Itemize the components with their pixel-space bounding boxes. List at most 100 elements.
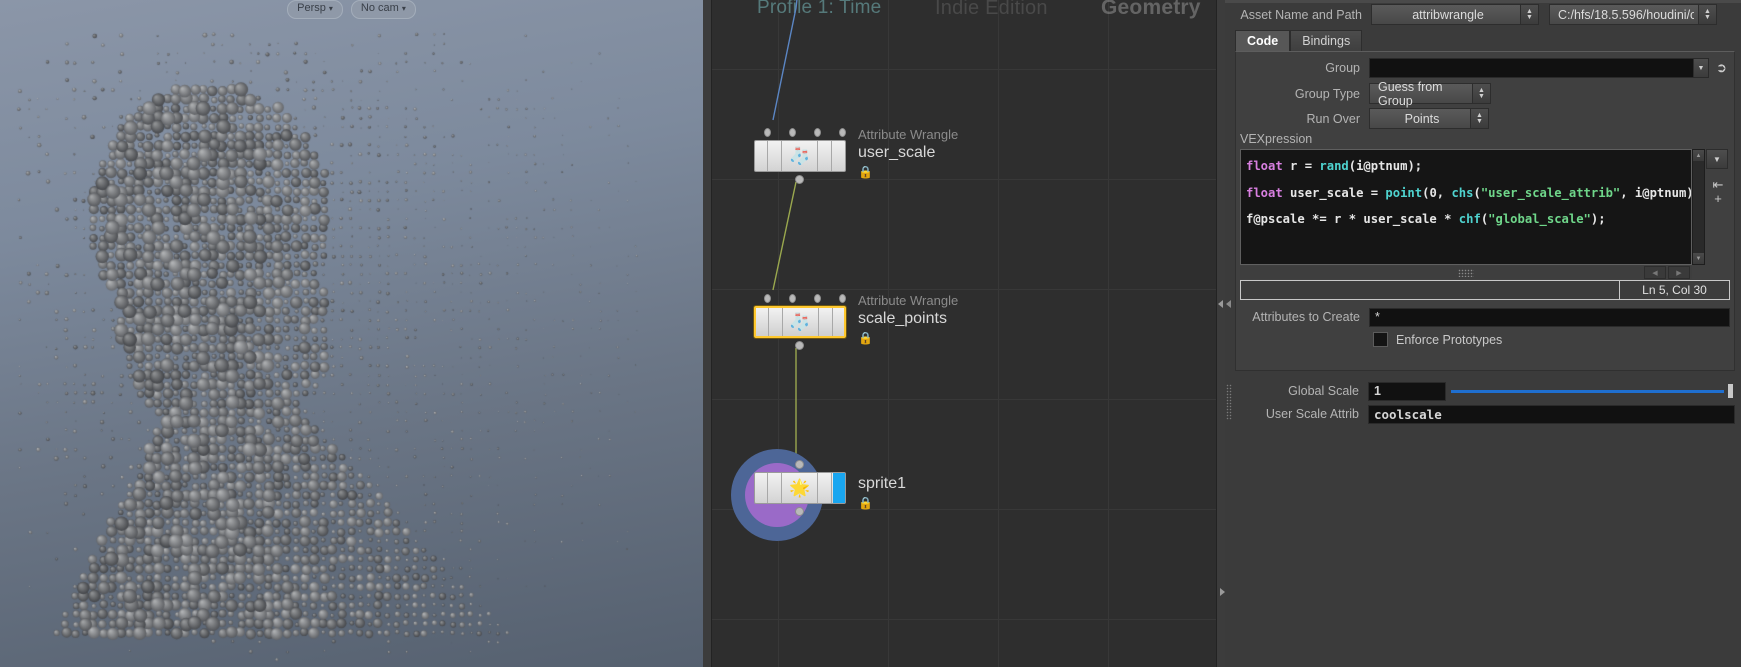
group-row: Group ▼ ➲ [1236,58,1730,78]
parameter-tabs: Code Bindings [1235,30,1363,51]
input-connector[interactable] [814,294,821,303]
group-picker-icon[interactable]: ➲ [1713,58,1730,78]
network-left-rail[interactable] [703,0,712,667]
attribwrangle-icon: 🧦 [789,146,811,166]
camera-mode-label: Persp [297,2,326,14]
spinner-icon[interactable]: ▲ ▼ [1472,84,1490,103]
input-connector[interactable] [764,294,771,303]
viewport-3d[interactable]: Persp ▾ No cam ▾ [0,0,703,667]
node-body[interactable]: 🧦 [754,306,846,338]
nav-prev-icon[interactable]: ◀ [1644,266,1666,279]
slider-track [1451,390,1724,393]
point-cloud-render [0,0,703,667]
node-body[interactable]: 🧦 [754,140,846,172]
display-flag[interactable] [833,473,845,503]
code-line: f@pscale *= r * user_scale * chf("global… [1246,212,1606,226]
camera-selector-label: No cam [360,2,399,14]
asset-name-and-path-row: Asset Name and Path attribwrangle ▲ ▼ C:/… [1231,4,1735,25]
run-over-label: Run Over [1306,111,1361,126]
input-connector[interactable] [764,128,771,137]
cursor-position: Ln 5, Col 30 [1619,281,1729,299]
output-connector[interactable] [795,341,804,350]
parameter-pane: Asset Name and Path attribwrangle ▲ ▼ C:/… [1225,0,1741,667]
spinner-icon[interactable]: ▲ ▼ [1520,5,1538,24]
global-scale-input[interactable]: 1 [1368,381,1446,401]
network-right-rail[interactable] [1216,0,1225,667]
asset-name-dropdown[interactable]: attribwrangle ▲ ▼ [1371,4,1539,25]
group-type-row: Group Type Guess from Group ▲ ▼ [1236,80,1491,108]
input-connector[interactable] [789,294,796,303]
camera-selector-dropdown[interactable]: No cam ▾ [350,0,416,19]
chevron-down-icon: ▾ [401,4,406,13]
group-type-dropdown[interactable]: Guess from Group ▲ ▼ [1369,80,1491,108]
code-vertical-scrollbar[interactable]: ▲ ▼ [1692,149,1705,265]
node-sprite1[interactable]: 🌟 sprite1 🔒 [731,449,906,541]
node-body[interactable]: 🌟 [754,472,846,504]
pane-resize-grip[interactable] [1226,384,1232,420]
input-connector[interactable] [814,128,821,137]
code-menu-button[interactable]: ▼ [1706,149,1728,169]
run-over-row: Run Over Points ▲ ▼ [1236,108,1489,129]
asset-name-label: Asset Name and Path [1240,7,1362,22]
vexpression-editor[interactable]: float r = rand(i@ptnum); float user_scale… [1240,149,1692,265]
node-inputs[interactable] [754,128,846,137]
code-tab-panel: Group ▼ ➲ Group Type Guess from Group ▲ ▼… [1235,51,1735,371]
attributes-to-create-label: Attributes to Create [1252,310,1360,324]
rail-collapse-icon[interactable] [1218,300,1223,308]
node-label-group: Attribute Wrangle scale_points 🔒 [858,292,958,346]
input-connector[interactable] [789,128,796,137]
status-message [1241,281,1619,299]
scroll-up-icon[interactable]: ▲ [1693,150,1704,161]
node-name-label: sprite1 [858,475,907,492]
add-parameter-icon[interactable]: ⇤ + [1706,178,1730,206]
run-over-dropdown[interactable]: Points ▲ ▼ [1369,108,1489,129]
tab-code[interactable]: Code [1235,30,1291,51]
attributes-to-create-input[interactable]: * [1369,307,1730,327]
camera-mode-dropdown[interactable]: Persp ▾ [287,0,343,19]
node-name-label: user_scale [858,144,936,161]
group-label: Group [1325,61,1360,75]
output-connector[interactable] [795,507,804,516]
spinner-icon[interactable]: ▲ ▼ [1698,5,1716,24]
nav-next-icon[interactable]: ▶ [1668,266,1690,279]
asset-path-dropdown[interactable]: C:/hfs/18.5.596/houdini/otls... ▲▼ [1549,4,1717,25]
output-connector[interactable] [795,175,804,184]
spinner-icon[interactable]: ▲ ▼ [1470,109,1488,128]
attributes-to-create-row: Attributes to Create * [1236,307,1730,327]
global-scale-slider[interactable] [1451,383,1735,399]
input-connector[interactable] [839,294,846,303]
node-type-label: Attribute Wrangle [858,127,959,142]
slider-handle[interactable] [1728,384,1733,398]
tab-bindings[interactable]: Bindings [1290,30,1363,51]
global-scale-label: Global Scale [1288,384,1359,398]
group-type-value: Guess from Group [1378,79,1443,108]
user-scale-attrib-input[interactable]: coolscale [1368,404,1735,424]
node-type-label: Attribute Wrangle [858,293,959,308]
group-input[interactable]: ▼ [1369,58,1709,78]
node-label-group: sprite1 🔒 [858,474,906,511]
input-connector[interactable] [795,460,804,469]
node-label-group: Attribute Wrangle user_scale 🔒 [858,126,958,180]
code-resize-handle[interactable] [1240,266,1692,279]
chevron-down-icon: ▾ [328,4,333,13]
node-inputs[interactable] [754,294,846,303]
enforce-prototypes-label: Enforce Prototypes [1396,332,1503,347]
code-line: float user_scale = point(0, chs("user_sc… [1246,185,1691,200]
scroll-down-icon[interactable]: ▼ [1693,253,1704,264]
global-scale-row: Global Scale 1 [1235,381,1735,401]
enforce-prototypes-checkbox[interactable] [1373,332,1388,347]
vexpression-code[interactable]: float r = rand(i@ptnum); float user_scale… [1241,150,1691,233]
lock-icon: 🔒 [858,496,873,510]
input-connector[interactable] [839,128,846,137]
node-user-scale[interactable]: 🧦 Attribute Wrangle user_scale 🔒 [754,127,958,184]
network-editor[interactable]: Profile 1: Time Indie Edition Geometry 🧦… [703,0,1225,667]
lock-icon: 🔒 [858,165,873,179]
node-scale-points[interactable]: 🧦 Attribute Wrangle scale_points 🔒 [754,293,958,350]
pane-collapse-icon[interactable] [1226,300,1231,308]
group-type-label: Group Type [1294,86,1360,101]
run-over-value: Points [1404,111,1440,126]
chevron-down-icon[interactable]: ▼ [1693,59,1708,77]
user-scale-attrib-row: User Scale Attrib coolscale [1235,404,1735,424]
asset-name-value: attribwrangle [1412,7,1484,22]
code-side-tools: ▼ ⇤ + [1706,149,1730,265]
